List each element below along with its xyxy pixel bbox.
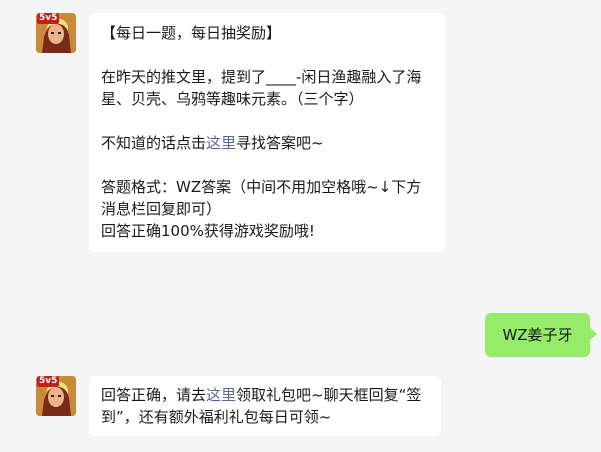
hint-prefix: 不知道的话点击	[101, 134, 207, 152]
bot-avatar[interactable]: 5v5	[36, 13, 76, 53]
avatar-badge: 5v5	[37, 13, 60, 24]
avatar-badge: 5v5	[37, 376, 60, 387]
message-hint: 不知道的话点击这里寻找答案吧~	[101, 132, 433, 154]
answer-prefix: 回答正确，请去	[101, 386, 207, 404]
message-title: 【每日一题，每日抽奖励】	[101, 24, 282, 42]
user-message-text: WZ姜子牙	[502, 326, 573, 344]
message-bubble-question: 【每日一题，每日抽奖励】 在昨天的推文里，提到了____-闲日渔趣融入了海星、贝…	[89, 13, 445, 252]
user-message-bubble: WZ姜子牙	[485, 313, 597, 357]
message-bubble-answer: 回答正确，请去这里领取礼包吧~聊天框回复“签到”，还有额外福利礼包每日可领~	[89, 376, 441, 436]
answer-text: 回答正确，请去这里领取礼包吧~聊天框回复“签到”，还有额外福利礼包每日可领~	[101, 384, 429, 428]
message-format: 答题格式：WZ答案（中间不用加空格哦~↓下方消息栏回复即可）	[101, 178, 422, 218]
hint-suffix: 寻找答案吧~	[236, 134, 324, 152]
message-reward: 回答正确100%获得游戏奖励哦!	[101, 222, 315, 240]
bot-avatar[interactable]: 5v5	[36, 376, 76, 416]
hint-link[interactable]: 这里	[206, 134, 236, 152]
message-question: 在昨天的推文里，提到了____-闲日渔趣融入了海星、贝壳、乌鸦等趣味元素。（三个…	[101, 68, 422, 108]
answer-link[interactable]: 这里	[206, 386, 236, 404]
